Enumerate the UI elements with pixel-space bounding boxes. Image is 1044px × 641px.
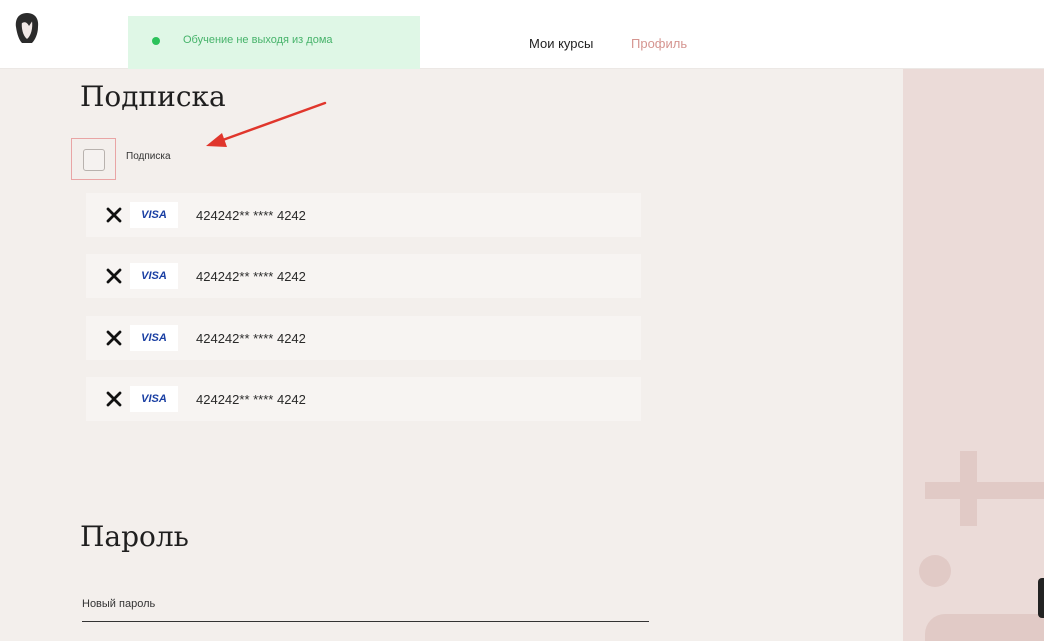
- card-number: 424242** **** 4242: [196, 331, 306, 346]
- visa-logo: VISA: [130, 325, 178, 351]
- close-icon[interactable]: [104, 389, 124, 409]
- close-icon[interactable]: [104, 328, 124, 348]
- nav-profile[interactable]: Профиль: [631, 36, 687, 51]
- subscription-checkbox-highlight[interactable]: [71, 138, 116, 180]
- top-bar: Обучение не выходя из дома Мои курсы Про…: [0, 0, 1044, 69]
- password-title: Пароль: [80, 520, 189, 553]
- card-number: 424242** **** 4242: [196, 392, 306, 407]
- promo-banner: Обучение не выходя из дома: [128, 16, 420, 69]
- saved-card-row: VISA 424242** **** 4242: [86, 193, 641, 237]
- new-password-input[interactable]: [82, 612, 649, 622]
- status-dot: [152, 37, 160, 45]
- subscription-checkbox-label[interactable]: Подписка: [126, 151, 171, 162]
- decorative-side-panel: [903, 69, 1044, 641]
- visa-logo: VISA: [130, 263, 178, 289]
- visa-logo: VISA: [130, 386, 178, 412]
- logo-icon[interactable]: [13, 12, 41, 44]
- red-arrow-icon: [206, 101, 327, 147]
- saved-card-row: VISA 424242** **** 4242: [86, 254, 641, 298]
- decorative-shape: [925, 482, 1044, 499]
- card-number: 424242** **** 4242: [196, 269, 306, 284]
- floating-widget-edge[interactable]: [1038, 578, 1044, 618]
- card-number: 424242** **** 4242: [196, 208, 306, 223]
- saved-card-row: VISA 424242** **** 4242: [86, 316, 641, 360]
- decorative-shape: [925, 614, 1044, 641]
- visa-logo: VISA: [130, 202, 178, 228]
- banner-text: Обучение не выходя из дома: [183, 34, 333, 46]
- new-password-label: Новый пароль: [82, 598, 156, 610]
- decorative-shape: [919, 555, 951, 587]
- close-icon[interactable]: [104, 266, 124, 286]
- close-icon[interactable]: [104, 205, 124, 225]
- saved-card-row: VISA 424242** **** 4242: [86, 377, 641, 421]
- nav-my-courses[interactable]: Мои курсы: [529, 36, 593, 51]
- subscription-checkbox[interactable]: [83, 149, 105, 171]
